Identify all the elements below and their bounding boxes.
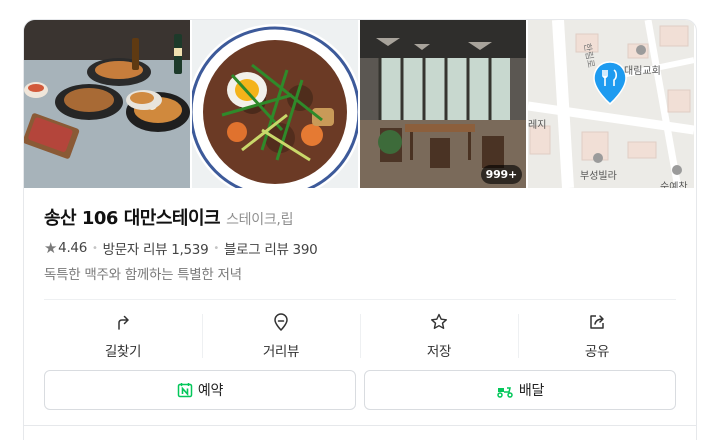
action-bar: 길찾기 거리뷰 저장 공유: [44, 308, 676, 360]
map-label-side: 레지: [528, 120, 547, 131]
map-thumbnail[interactable]: 대림교회 한림로 레지 부성빌라 순예찬: [528, 20, 694, 188]
place-category: 스테이크,립: [226, 212, 294, 228]
star-outline-icon: [431, 313, 447, 329]
divider: [44, 299, 676, 300]
save-label: 저장: [426, 344, 452, 360]
place-description: 독특한 맥주와 함께하는 특별한 저녁: [44, 267, 242, 283]
title-row: 송산 106 대만스테이크 스테이크,립: [44, 204, 676, 230]
map-label-villa: 부성빌라: [580, 171, 617, 182]
restaurant-interior-photo[interactable]: 999+: [360, 20, 526, 188]
photo-count-badge: 999+: [480, 165, 522, 184]
visitor-reviews-link[interactable]: 방문자 리뷰 1,539: [103, 238, 209, 258]
star-icon: ★: [44, 239, 58, 257]
street-view-label: 거리뷰: [262, 344, 300, 360]
blog-reviews-link[interactable]: 블로그 리뷰 390: [224, 238, 318, 258]
share-label: 공유: [584, 344, 610, 360]
reserve-label: 예약: [197, 383, 224, 399]
directions-icon: [118, 315, 129, 330]
location-pin-icon: [274, 313, 288, 332]
review-meta: ★ 4.46 • 방문자 리뷰 1,539 • 블로그 리뷰 390: [44, 238, 676, 258]
divider: [24, 425, 696, 426]
delivery-button[interactable]: 배달: [364, 370, 676, 410]
street-view-button[interactable]: 거리뷰: [202, 308, 360, 360]
rating-value: 4.46: [58, 240, 88, 256]
directions-button[interactable]: 길찾기: [44, 308, 202, 360]
map-label-church: 대림교회: [624, 66, 661, 77]
separator-dot: •: [213, 242, 219, 254]
directions-label: 길찾기: [104, 344, 142, 360]
place-name[interactable]: 송산 106 대만스테이크: [44, 204, 221, 230]
photo-strip: 999+ 대림교회 한림로 레지 부성빌라 순예찬: [24, 20, 696, 188]
delivery-scooter-icon: [497, 387, 513, 398]
naver-booking-icon: [177, 383, 193, 398]
save-button[interactable]: 저장: [360, 308, 518, 360]
button-row: 예약 배달: [44, 370, 676, 410]
braised-beef-bowl-photo[interactable]: [192, 20, 358, 188]
share-icon: [590, 315, 604, 329]
place-card: 999+ 대림교회 한림로 레지 부성빌라 순예찬 송산 106 대만스테이크 …: [23, 19, 697, 440]
reserve-button[interactable]: 예약: [44, 370, 356, 410]
separator-dot: •: [92, 242, 98, 254]
share-button[interactable]: 공유: [518, 308, 676, 360]
food-platter-photo[interactable]: [24, 20, 190, 188]
place-info: 송산 106 대만스테이크 스테이크,립 ★ 4.46 • 방문자 리뷰 1,5…: [44, 204, 676, 283]
map-label-shop: 순예찬: [660, 182, 688, 188]
delivery-label: 배달: [518, 383, 545, 399]
